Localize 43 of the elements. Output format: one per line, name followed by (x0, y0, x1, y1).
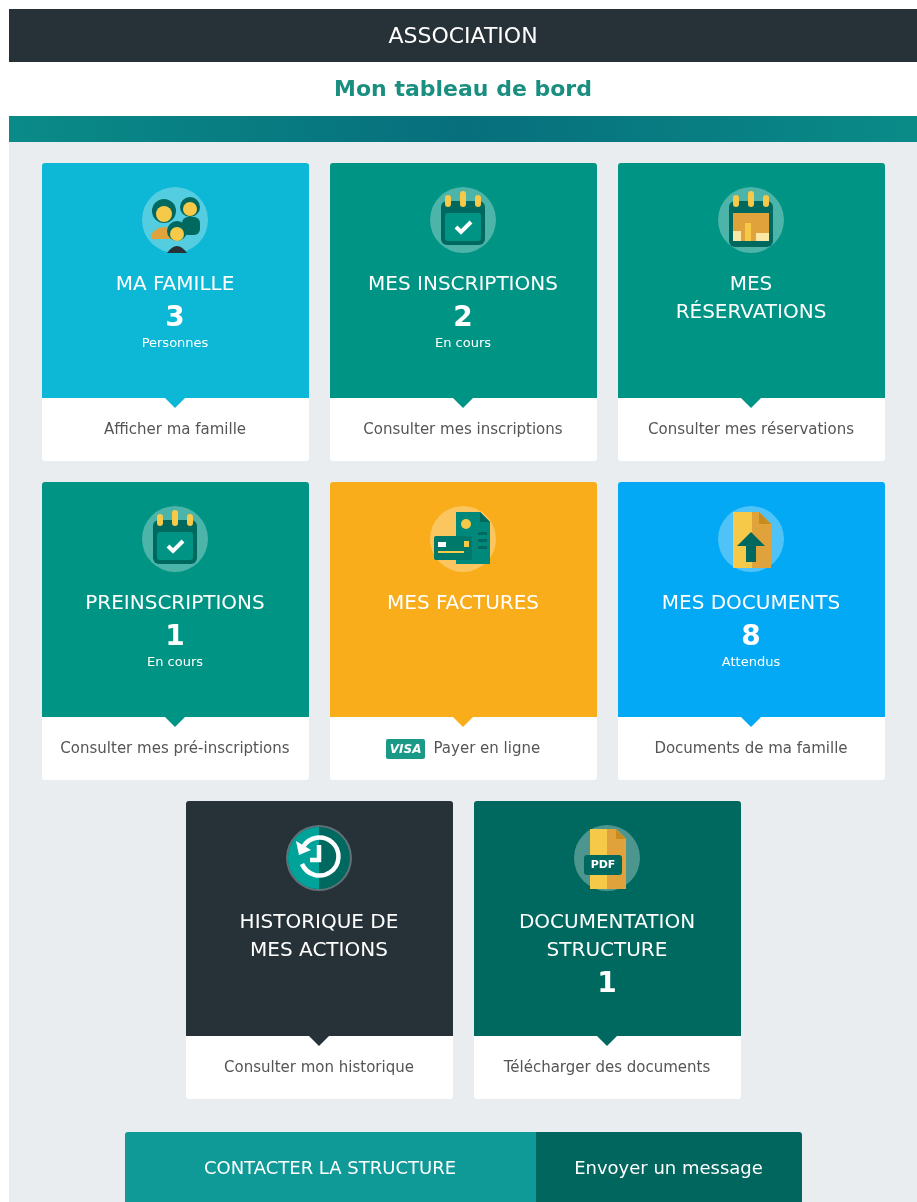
tile-link[interactable]: Consulter mes pré-inscriptions (41, 717, 309, 780)
tile-title: MA FAMILLE (115, 270, 235, 297)
tile-count: 1 (165, 618, 185, 654)
tile-link[interactable]: Consulter mes réservations (617, 398, 885, 461)
tile-title: RÉSERVATIONS (675, 298, 827, 325)
tile-link[interactable]: Consulter mon historique (185, 1036, 453, 1099)
invoice-icon (430, 506, 496, 572)
calendar-icon (718, 187, 784, 253)
tile-count: 1 (597, 965, 617, 1001)
tile-title: MES INSCRIPTIONS (368, 270, 558, 297)
tile-title: MES FACTURES (387, 589, 539, 616)
tile-count: 2 (453, 299, 473, 335)
tile-link[interactable]: Documents de ma famille (617, 717, 885, 780)
send-message-button[interactable]: Envoyer un message (535, 1132, 802, 1202)
tile-title: MES (729, 270, 773, 297)
tile-title: DOCUMENTATION (518, 908, 696, 935)
tile-count: 3 (165, 299, 185, 335)
tile-title: MES ACTIONS (250, 936, 388, 963)
tile-count-label: Attendus (721, 654, 781, 670)
pdf-icon (574, 825, 640, 891)
tile-title: MES DOCUMENTS (661, 589, 841, 616)
page-title: Mon tableau de bord (334, 75, 592, 104)
family-icon (142, 187, 208, 253)
tile-title: PREINSCRIPTIONS (85, 589, 265, 616)
calendar-icon (430, 187, 496, 253)
tile-count-label: En cours (146, 654, 203, 670)
visa-badge: VISA (385, 738, 426, 759)
document-upload-icon (718, 506, 784, 572)
tile-count-label: En cours (434, 335, 491, 351)
calendar-icon (142, 506, 208, 572)
contact-label: CONTACTER LA STRUCTURE (124, 1132, 536, 1202)
tile-link[interactable]: Consulter mes inscriptions (329, 398, 597, 461)
link-text: Payer en ligne (433, 738, 541, 760)
tile-link[interactable]: Télécharger des documents (473, 1036, 741, 1099)
tile-title: HISTORIQUE DE (239, 908, 399, 935)
tile-count: 8 (741, 618, 761, 654)
pdf-label: PDF (589, 856, 617, 873)
app-title: ASSOCIATION (388, 21, 538, 50)
tile-title: STRUCTURE (546, 936, 668, 963)
history-icon (286, 825, 352, 891)
tile-link[interactable]: Afficher ma famille (41, 398, 309, 461)
pay-link[interactable]: VISA Payer en ligne (329, 717, 597, 780)
tile-count-label: Personnes (141, 335, 209, 351)
